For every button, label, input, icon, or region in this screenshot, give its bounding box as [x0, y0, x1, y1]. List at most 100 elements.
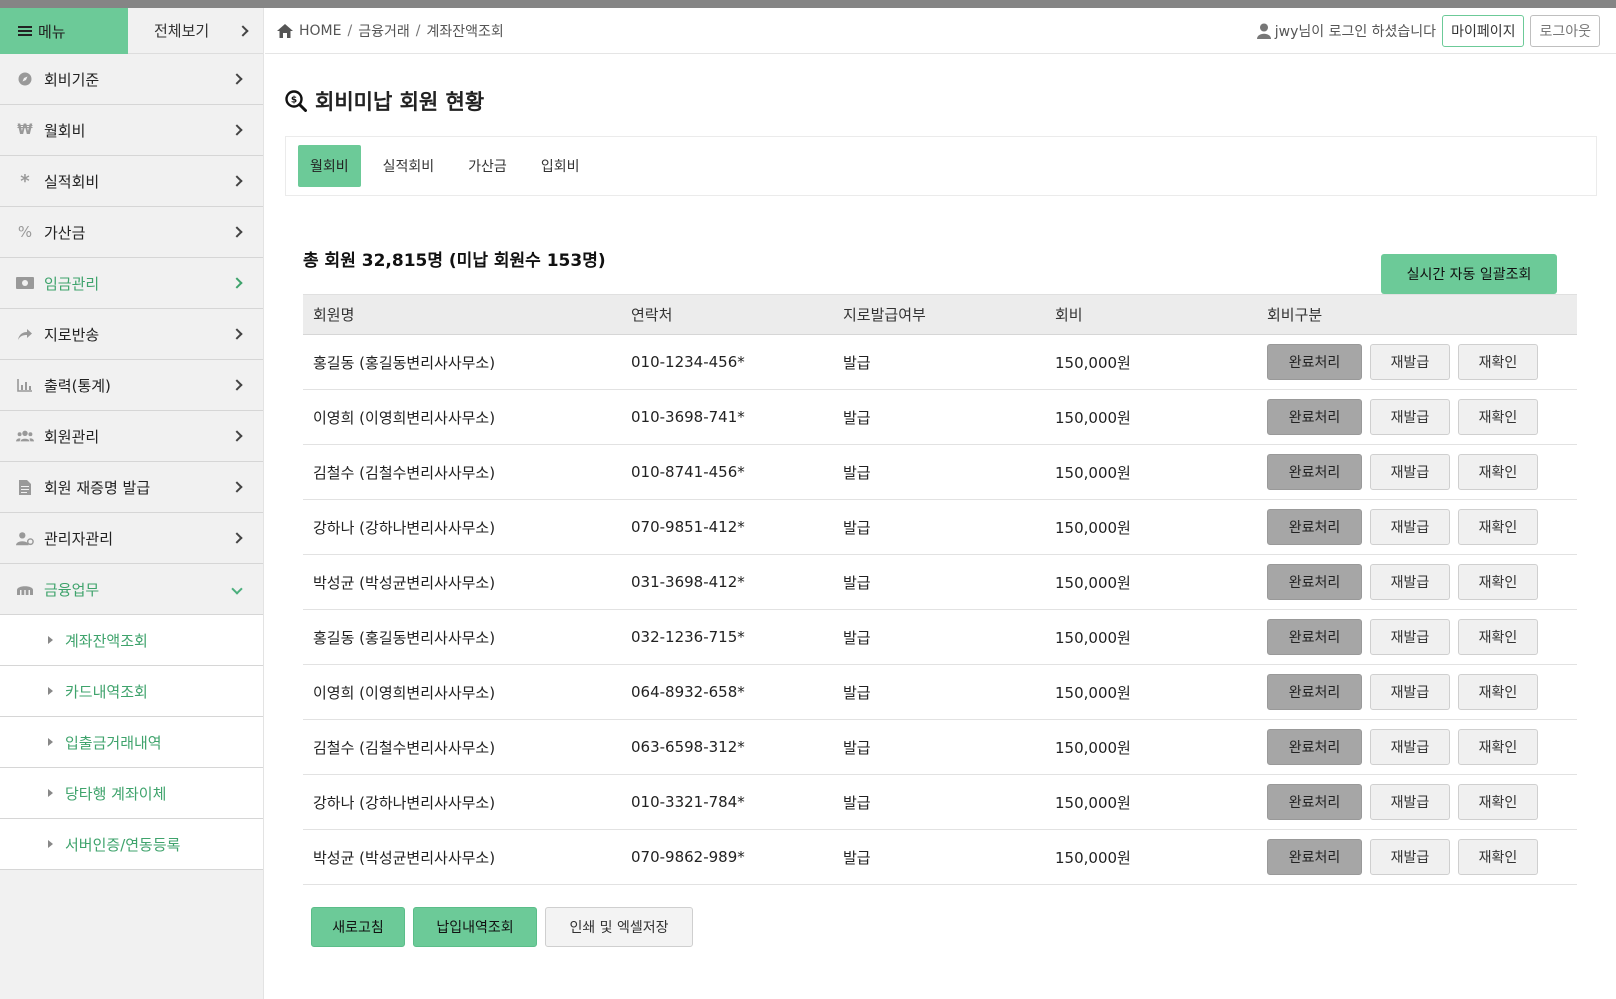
complete-button[interactable]: 완료처리 — [1267, 729, 1362, 765]
sidebar-item-label: 지로반송 — [44, 325, 100, 344]
column-header-contact[interactable]: 연락처 — [621, 294, 833, 335]
sidebar-item-fee-standard[interactable]: 회비기준 — [0, 54, 263, 105]
sidebar-top: 메뉴 전체보기 — [0, 8, 263, 54]
recheck-button[interactable]: 재확인 — [1458, 344, 1538, 380]
fee-type-cell: 완료처리 재발급 재확인 — [1257, 499, 1577, 555]
reissue-button[interactable]: 재발급 — [1370, 674, 1450, 710]
reissue-button[interactable]: 재발급 — [1370, 564, 1450, 600]
member-name-cell: 김철수 (김철수변리사사무소) — [303, 444, 621, 500]
payment-history-button[interactable]: 납입내역조회 — [413, 907, 537, 947]
complete-button[interactable]: 완료처리 — [1267, 674, 1362, 710]
contact-cell: 031-3698-412* — [621, 554, 833, 610]
recheck-button[interactable]: 재확인 — [1458, 564, 1538, 600]
recheck-button[interactable]: 재확인 — [1458, 399, 1538, 435]
complete-button[interactable]: 완료처리 — [1267, 399, 1362, 435]
caret-right-icon — [48, 840, 53, 848]
giro-status-cell: 발급 — [833, 334, 1045, 390]
chevron-right-icon — [237, 24, 249, 37]
sidebar-item-wage[interactable]: 임금관리 — [0, 258, 263, 309]
reissue-button[interactable]: 재발급 — [1370, 784, 1450, 820]
row-actions: 완료처리 재발급 재확인 — [1267, 344, 1577, 380]
complete-button[interactable]: 완료처리 — [1267, 344, 1362, 380]
summary-row: 총 회원 32,815명 (미납 회원수 153명) 실시간 자동 일괄조회 — [285, 244, 1597, 294]
complete-button[interactable]: 완료처리 — [1267, 564, 1362, 600]
reissue-button[interactable]: 재발급 — [1370, 344, 1450, 380]
complete-button[interactable]: 완료처리 — [1267, 509, 1362, 545]
sidebar-item-label: 실적회비 — [44, 172, 100, 191]
row-actions: 완료처리 재발급 재확인 — [1267, 509, 1577, 545]
giro-status-cell: 발급 — [833, 444, 1045, 500]
table-row: 홍길동 (홍길동변리사사무소) 032-1236-715* 발급 150,000원 완료… — [303, 609, 1577, 665]
recheck-button[interactable]: 재확인 — [1458, 454, 1538, 490]
giro-status-cell: 발급 — [833, 774, 1045, 830]
chevron-right-icon — [231, 277, 243, 289]
reissue-button[interactable]: 재발급 — [1370, 729, 1450, 765]
menu-button[interactable]: 메뉴 — [0, 8, 128, 54]
login-status-text: jwy님이 로그인 하셨습니다 — [1274, 23, 1437, 40]
sidebar-subitem-account-balance[interactable]: 계좌잔액조회 — [0, 615, 263, 666]
recheck-button[interactable]: 재확인 — [1458, 839, 1538, 875]
column-header-fee[interactable]: 회비 — [1045, 294, 1257, 335]
top-strip — [0, 0, 1616, 8]
caret-right-icon — [48, 636, 53, 644]
reissue-button[interactable]: 재발급 — [1370, 619, 1450, 655]
complete-button[interactable]: 완료처리 — [1267, 784, 1362, 820]
reissue-button[interactable]: 재발급 — [1370, 509, 1450, 545]
fee-type-cell: 완료처리 재발급 재확인 — [1257, 829, 1577, 885]
sidebar-subitem-transactions[interactable]: 입출금거래내역 — [0, 717, 263, 768]
auto-batch-query-button[interactable]: 실시간 자동 일괄조회 — [1381, 254, 1557, 294]
contact-cell: 070-9851-412* — [621, 499, 833, 555]
chevron-right-icon — [231, 532, 243, 544]
sidebar-item-monthly-fee[interactable]: ₩ 월회비 — [0, 105, 263, 156]
recheck-button[interactable]: 재확인 — [1458, 509, 1538, 545]
main-content: $ 회비미납 회원 현황 월회비 실적회비 가산금 입회비 총 회원 32,81… — [285, 54, 1597, 947]
complete-button[interactable]: 완료처리 — [1267, 839, 1362, 875]
breadcrumb-home[interactable]: HOME — [299, 23, 341, 39]
tab-entrance-fee[interactable]: 입회비 — [529, 145, 592, 187]
recheck-button[interactable]: 재확인 — [1458, 729, 1538, 765]
sidebar-item-admin-mgmt[interactable]: 관리자관리 — [0, 513, 263, 564]
recheck-button[interactable]: 재확인 — [1458, 674, 1538, 710]
breadcrumb-separator: / — [347, 22, 353, 39]
member-name-cell: 홍길동 (홍길동변리사사무소) — [303, 334, 621, 390]
sidebar-item-member-mgmt[interactable]: 회원관리 — [0, 411, 263, 462]
column-header-fee-type[interactable]: 회비구분 — [1257, 294, 1577, 335]
chevron-right-icon — [231, 73, 243, 85]
fee-type-cell: 완료처리 재발급 재확인 — [1257, 444, 1577, 500]
complete-button[interactable]: 완료처리 — [1267, 619, 1362, 655]
tab-monthly-fee[interactable]: 월회비 — [298, 145, 361, 187]
column-header-name[interactable]: 회원명 — [303, 294, 621, 335]
mypage-button[interactable]: 마이페이지 — [1442, 14, 1525, 47]
reissue-button[interactable]: 재발급 — [1370, 454, 1450, 490]
sidebar-subitem-transfer[interactable]: 당타행 계좌이체 — [0, 768, 263, 819]
sidebar-subitem-label: 계좌잔액조회 — [65, 631, 148, 650]
complete-button[interactable]: 완료처리 — [1267, 454, 1362, 490]
fee-cell: 150,000원 — [1045, 444, 1257, 500]
row-actions: 완료처리 재발급 재확인 — [1267, 564, 1577, 600]
fee-type-cell: 완료처리 재발급 재확인 — [1257, 389, 1577, 445]
print-excel-button[interactable]: 인쇄 및 엑셀저장 — [545, 907, 693, 947]
document-icon — [16, 478, 34, 496]
column-header-giro[interactable]: 지로발급여부 — [833, 294, 1045, 335]
page-title: $ 회비미납 회원 현황 — [285, 86, 1597, 116]
sidebar-item-giro-return[interactable]: 지로반송 — [0, 309, 263, 360]
sidebar-item-certificate[interactable]: 회원 재증명 발급 — [0, 462, 263, 513]
tab-performance-fee[interactable]: 실적회비 — [371, 145, 447, 187]
recheck-button[interactable]: 재확인 — [1458, 619, 1538, 655]
view-all-button[interactable]: 전체보기 — [128, 8, 263, 54]
sidebar-subitem-server-auth[interactable]: 서버인증/연동등록 — [0, 819, 263, 870]
reissue-button[interactable]: 재발급 — [1370, 399, 1450, 435]
member-name-cell: 이영희 (이영희변리사사무소) — [303, 664, 621, 720]
refresh-button[interactable]: 새로고침 — [311, 907, 405, 947]
table-header-row: 회원명 연락처 지로발급여부 회비 회비구분 — [303, 294, 1577, 335]
tab-surcharge[interactable]: 가산금 — [456, 145, 519, 187]
logout-button[interactable]: 로그아웃 — [1530, 14, 1600, 47]
recheck-button[interactable]: 재확인 — [1458, 784, 1538, 820]
sidebar-item-finance[interactable]: 금융업무 — [0, 564, 263, 615]
sidebar-item-surcharge[interactable]: % 가산금 — [0, 207, 263, 258]
reissue-button[interactable]: 재발급 — [1370, 839, 1450, 875]
sidebar-subitem-card-history[interactable]: 카드내역조회 — [0, 666, 263, 717]
breadcrumb-finance[interactable]: 금융거래 — [358, 21, 410, 41]
sidebar-item-performance-fee[interactable]: * 실적회비 — [0, 156, 263, 207]
sidebar-item-print-stats[interactable]: 출력(통계) — [0, 360, 263, 411]
